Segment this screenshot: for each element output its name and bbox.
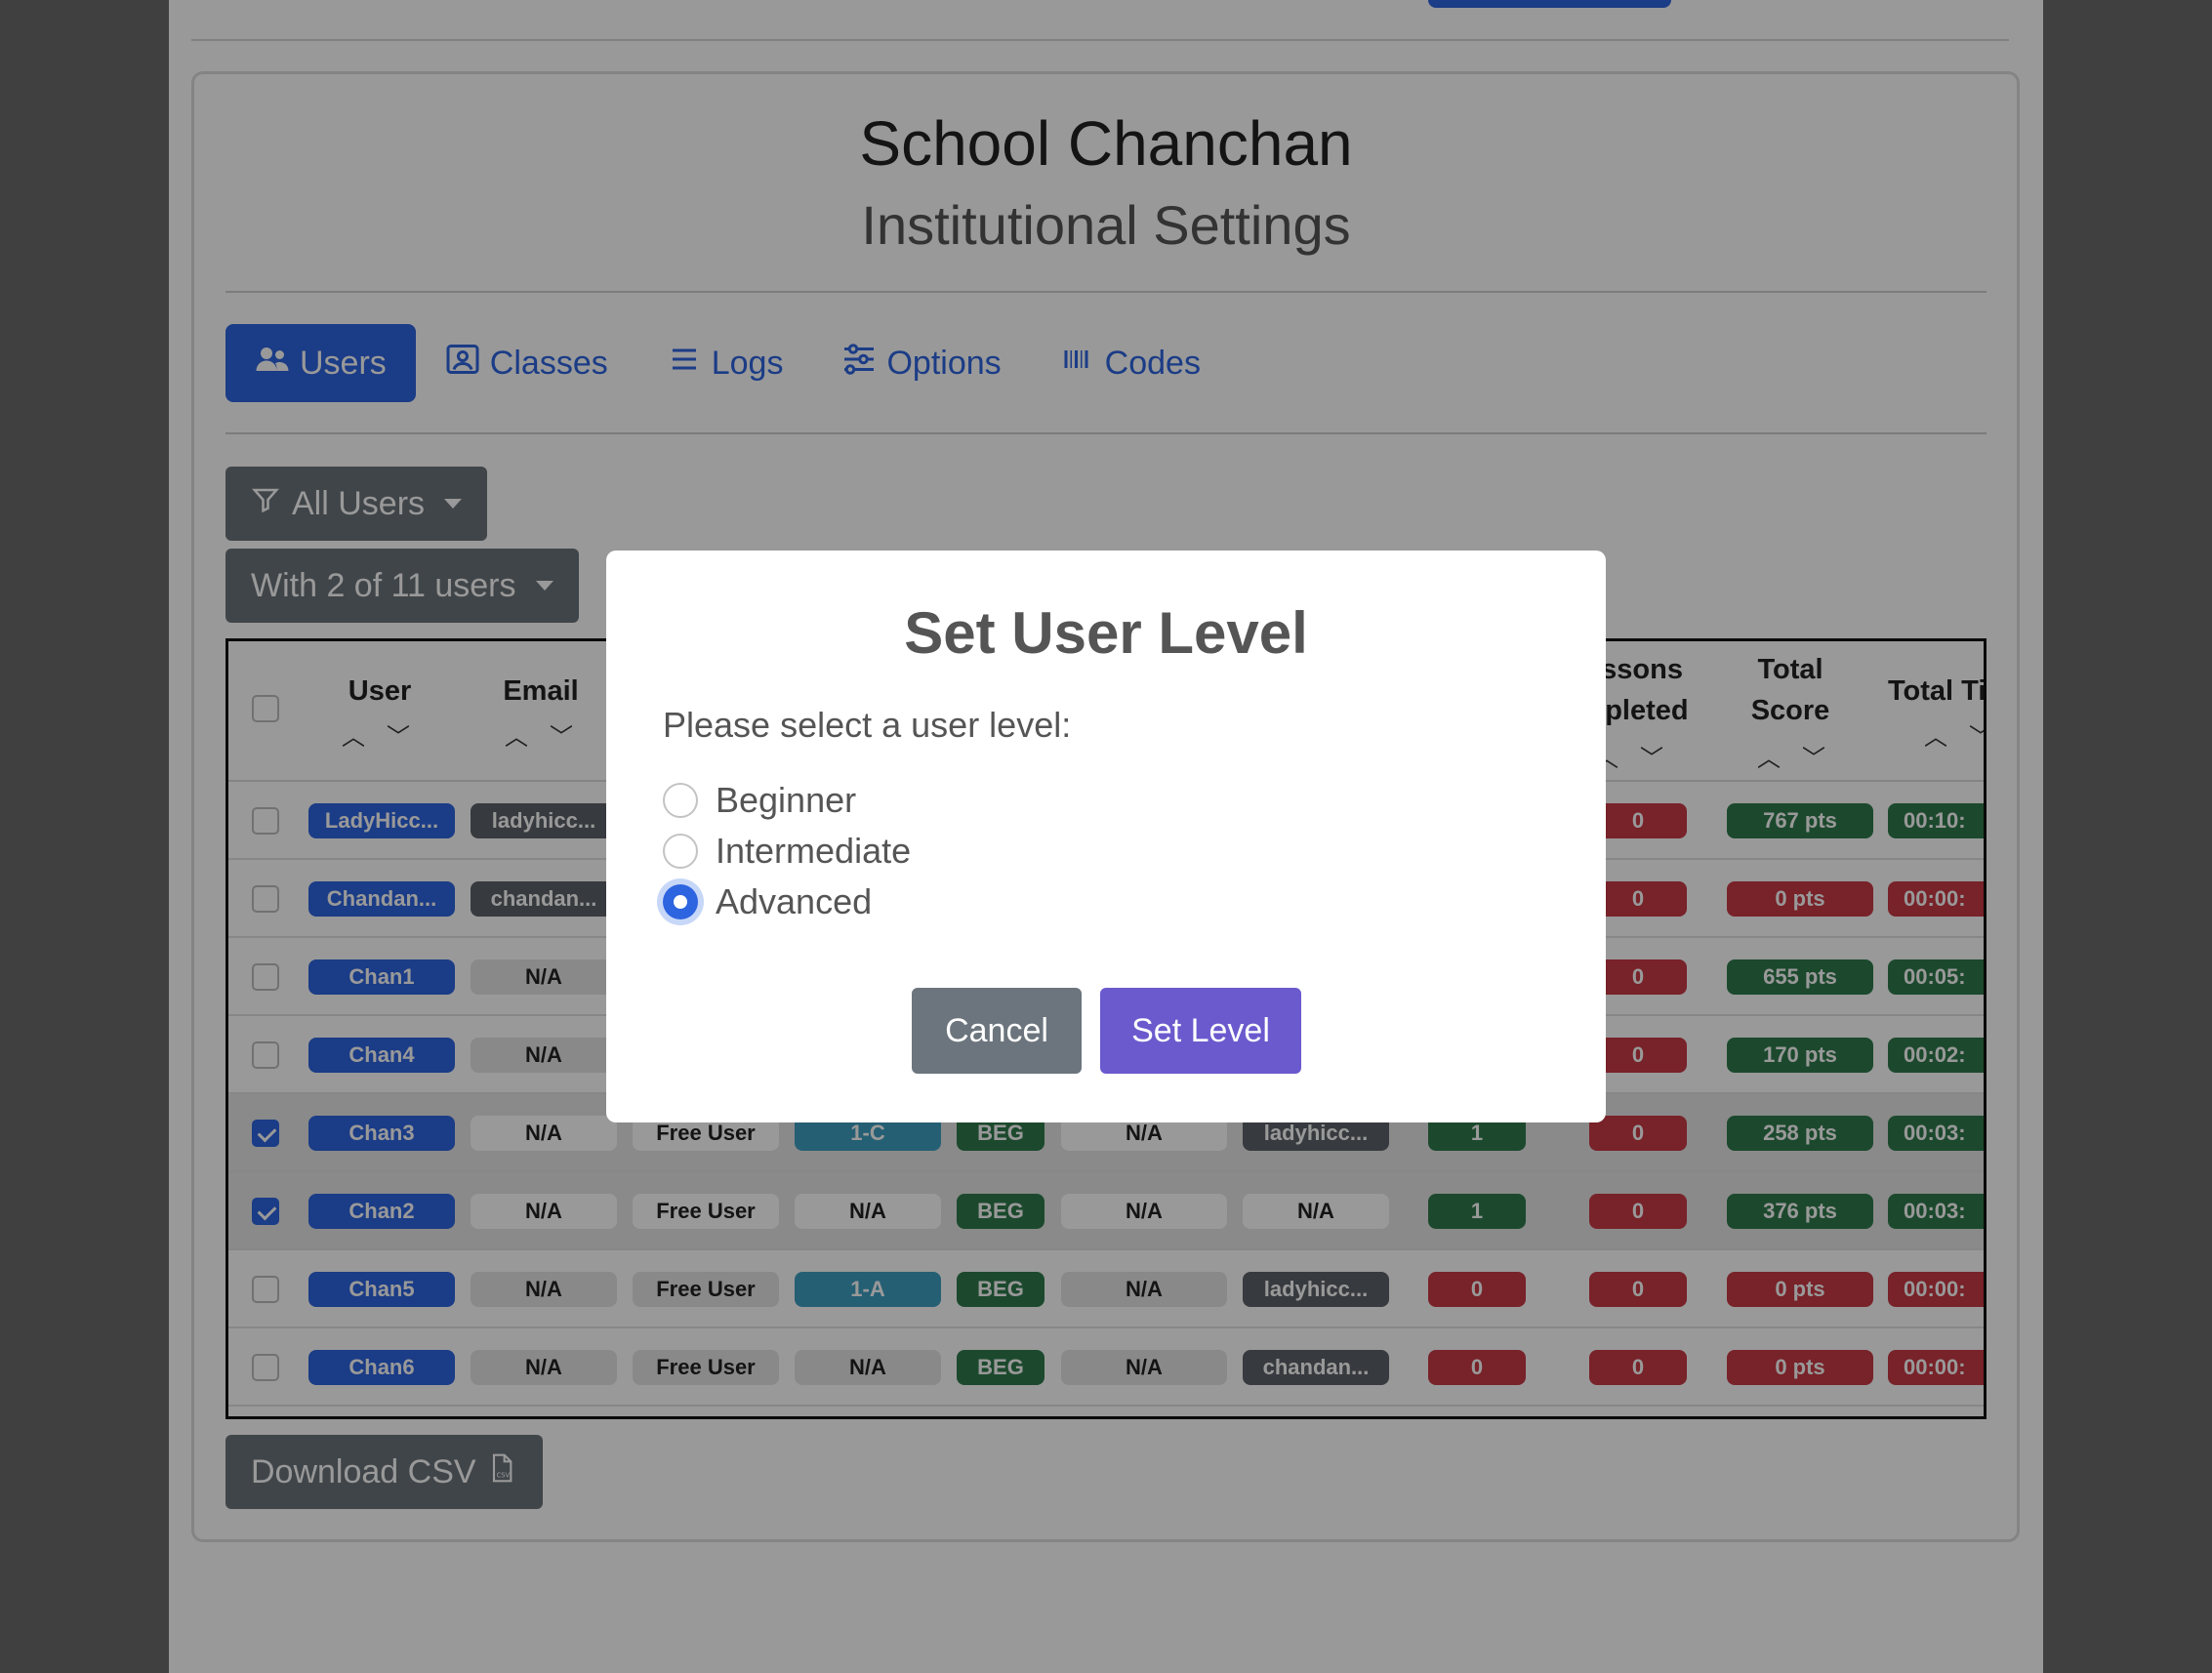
radio-button[interactable]: [663, 834, 698, 869]
radio-label: Intermediate: [716, 831, 912, 871]
radio-option-beginner[interactable]: Beginner: [663, 777, 856, 824]
radio-button[interactable]: [663, 783, 698, 818]
set-user-level-dialog: Set User Level Please select a user leve…: [606, 551, 1606, 1122]
radio-button[interactable]: [663, 884, 698, 919]
cancel-button[interactable]: Cancel: [912, 988, 1082, 1074]
dialog-title: Set User Level: [904, 600, 1308, 666]
radio-label: Advanced: [716, 881, 873, 921]
radio-option-advanced[interactable]: Advanced: [663, 878, 872, 925]
dialog-prompt: Please select a user level:: [663, 705, 1072, 745]
radio-option-intermediate[interactable]: Intermediate: [663, 828, 911, 875]
radio-label: Beginner: [716, 780, 857, 820]
set-level-button[interactable]: Set Level: [1100, 988, 1301, 1074]
